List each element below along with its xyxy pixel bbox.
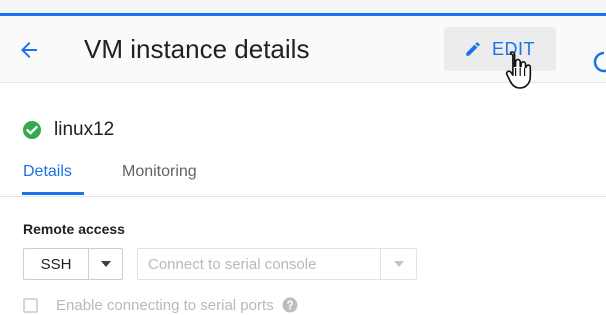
remote-access-label: Remote access bbox=[23, 221, 125, 237]
caret-down-icon bbox=[393, 261, 404, 267]
serial-console-value: Connect to serial console bbox=[138, 249, 381, 279]
top-bar bbox=[0, 0, 606, 16]
ssh-dropdown-value: SSH bbox=[24, 249, 89, 279]
serial-ports-row: Enable connecting to serial ports bbox=[23, 295, 298, 315]
pencil-icon bbox=[466, 42, 480, 56]
caret-down-icon bbox=[100, 261, 111, 267]
instance-name-row: linux12 bbox=[22, 118, 114, 142]
ssh-dropdown-toggle[interactable] bbox=[89, 249, 122, 279]
tab-monitoring[interactable]: Monitoring bbox=[122, 162, 197, 182]
arrow-left-icon bbox=[21, 42, 37, 58]
back-button[interactable] bbox=[14, 35, 44, 65]
active-tab-indicator bbox=[22, 192, 84, 195]
serial-console-toggle[interactable] bbox=[381, 249, 416, 279]
serial-ports-checkbox[interactable] bbox=[23, 297, 38, 313]
hand-pointer-icon bbox=[505, 51, 532, 89]
page-title: VM instance details bbox=[84, 34, 310, 64]
edit-button[interactable]: EDIT bbox=[444, 27, 556, 71]
refresh-icon bbox=[593, 51, 606, 73]
refresh-button[interactable] bbox=[592, 48, 606, 76]
tab-details[interactable]: Details bbox=[23, 162, 72, 182]
tab-bar: Details Monitoring bbox=[0, 150, 606, 197]
help-icon[interactable] bbox=[282, 297, 298, 313]
instance-name: linux12 bbox=[54, 119, 115, 140]
check-circle-icon bbox=[23, 121, 41, 139]
ssh-dropdown[interactable]: SSH bbox=[23, 248, 123, 280]
serial-ports-label: Enable connecting to serial ports bbox=[56, 296, 274, 314]
serial-console-dropdown[interactable]: Connect to serial console bbox=[137, 248, 417, 280]
